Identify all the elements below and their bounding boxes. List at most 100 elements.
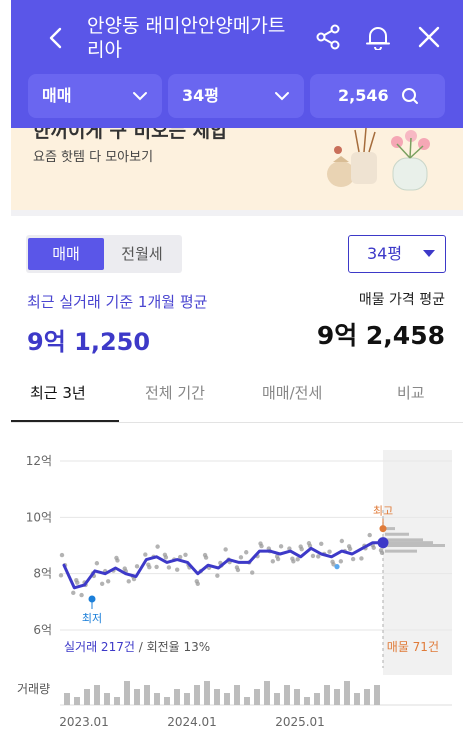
x-tick-label: 2025.01 <box>275 715 325 729</box>
tab-divider <box>11 422 463 423</box>
volume-bar <box>364 689 370 705</box>
volume-bar <box>224 693 230 705</box>
y-tick-label: 12억 <box>26 454 52 468</box>
volume-bar <box>324 685 330 705</box>
deal-point <box>203 555 209 560</box>
y-tick-label: 6억 <box>33 623 52 637</box>
deal-stats: 실거래 217건 / 회전율 13% <box>64 638 210 655</box>
deal-point <box>223 547 228 552</box>
deal-point <box>99 581 105 587</box>
volume-label: 거래량 <box>17 682 51 696</box>
listing-price-value: 9억 2,458 <box>316 321 445 350</box>
deal-point <box>259 543 264 549</box>
volume-bar <box>144 685 150 705</box>
volume-bar <box>274 693 280 705</box>
volume-bar <box>194 685 200 705</box>
listing-count: 2,546 <box>338 86 389 105</box>
price-chart[interactable]: 12억 10억 8억 6억 최고최저 2023.01 2024.01 2025.01 <box>0 440 463 740</box>
tab-compare[interactable]: 비교 <box>397 382 425 403</box>
deal-point <box>278 544 284 549</box>
share-icon[interactable] <box>315 24 341 50</box>
volume-bar <box>114 697 120 705</box>
deal-point <box>367 532 372 538</box>
bell-icon[interactable] <box>365 24 391 50</box>
volume-bar <box>234 685 240 705</box>
deal-point <box>58 573 64 578</box>
app-header: 안양동 래미안안양메가트리아 매매 34평 2,546 <box>11 0 463 128</box>
back-arrow-icon[interactable] <box>46 26 66 50</box>
listing-bar <box>385 544 445 547</box>
toggle-sale[interactable]: 매매 <box>28 238 104 270</box>
chevron-down-icon <box>133 92 147 101</box>
deal-point <box>59 552 65 558</box>
tab-recent-3y[interactable]: 최근 3년 <box>30 382 86 403</box>
deal-point <box>338 559 344 564</box>
promo-banner[interactable]: 한꺼이게 구 비오는 제압 요즘 핫템 다 모아보기 <box>11 128 463 210</box>
deal-point <box>71 590 76 596</box>
deal-point <box>339 538 345 544</box>
deal-point <box>238 555 244 560</box>
listing-search-button[interactable]: 2,546 <box>310 74 445 118</box>
deal-point <box>291 559 296 564</box>
deal-point <box>79 592 84 598</box>
size-filter[interactable]: 34평 <box>168 74 304 118</box>
deal-point <box>163 555 169 560</box>
volume-bar <box>334 689 340 705</box>
deal-point <box>195 581 200 587</box>
deal-point <box>327 549 332 554</box>
deal-point <box>295 557 300 562</box>
current-point <box>377 537 389 549</box>
listing-bar <box>385 532 409 536</box>
deal-point <box>319 541 324 547</box>
deal-point <box>235 567 241 573</box>
deal-point <box>155 544 160 549</box>
deal-point <box>347 546 353 552</box>
deal-point <box>275 556 281 562</box>
gift-illustration-icon <box>327 128 430 191</box>
max-label: 최고 <box>373 505 393 518</box>
size-filter-label: 34평 <box>182 86 219 105</box>
volume-bar <box>374 685 380 705</box>
deal-point <box>299 546 304 552</box>
deal-point <box>143 552 148 557</box>
toggle-rent[interactable]: 전월세 <box>104 238 180 270</box>
actual-price-value: 9억 1,250 <box>27 328 151 356</box>
max-point <box>379 525 387 533</box>
volume-bar <box>94 685 100 705</box>
close-icon[interactable] <box>417 25 441 49</box>
caret-down-icon <box>423 250 435 257</box>
volume-bar <box>104 693 110 705</box>
listing-count-stat: 매물 71건 <box>386 640 439 654</box>
volume-bar <box>84 689 90 705</box>
tab-sale-jeonse[interactable]: 매매/전세 <box>262 382 322 403</box>
banner-subtext: 요즘 핫템 다 모아보기 <box>33 150 154 165</box>
section-divider <box>11 210 463 216</box>
volume-bar <box>174 689 180 705</box>
volume-bar <box>304 697 310 705</box>
volume-bar <box>214 689 220 705</box>
size-select[interactable]: 34평 <box>348 235 446 273</box>
deal-point <box>379 550 385 556</box>
size-select-label: 34평 <box>367 244 403 263</box>
volume-bar <box>64 693 70 705</box>
listing-bar <box>385 541 433 545</box>
deal-point <box>183 552 188 557</box>
volume-bar <box>164 697 170 705</box>
deal-point <box>244 550 249 555</box>
tab-all-period[interactable]: 전체 기간 <box>145 382 205 403</box>
volume-bar <box>124 681 130 705</box>
deal-point <box>350 556 356 562</box>
trade-type-filter[interactable]: 매매 <box>28 74 162 118</box>
volume-bar <box>184 693 190 705</box>
deal-point <box>316 554 321 559</box>
deal-point <box>75 580 80 585</box>
deal-point <box>134 564 140 569</box>
deal-point <box>94 561 100 566</box>
volume-bar <box>134 689 140 705</box>
deal-point <box>215 573 220 578</box>
deal-point <box>250 570 255 575</box>
deal-point <box>147 564 152 570</box>
volume-bar <box>264 681 270 705</box>
banner-headline: 한꺼이게 구 비오는 제압 <box>33 128 228 142</box>
deal-point <box>174 567 180 572</box>
